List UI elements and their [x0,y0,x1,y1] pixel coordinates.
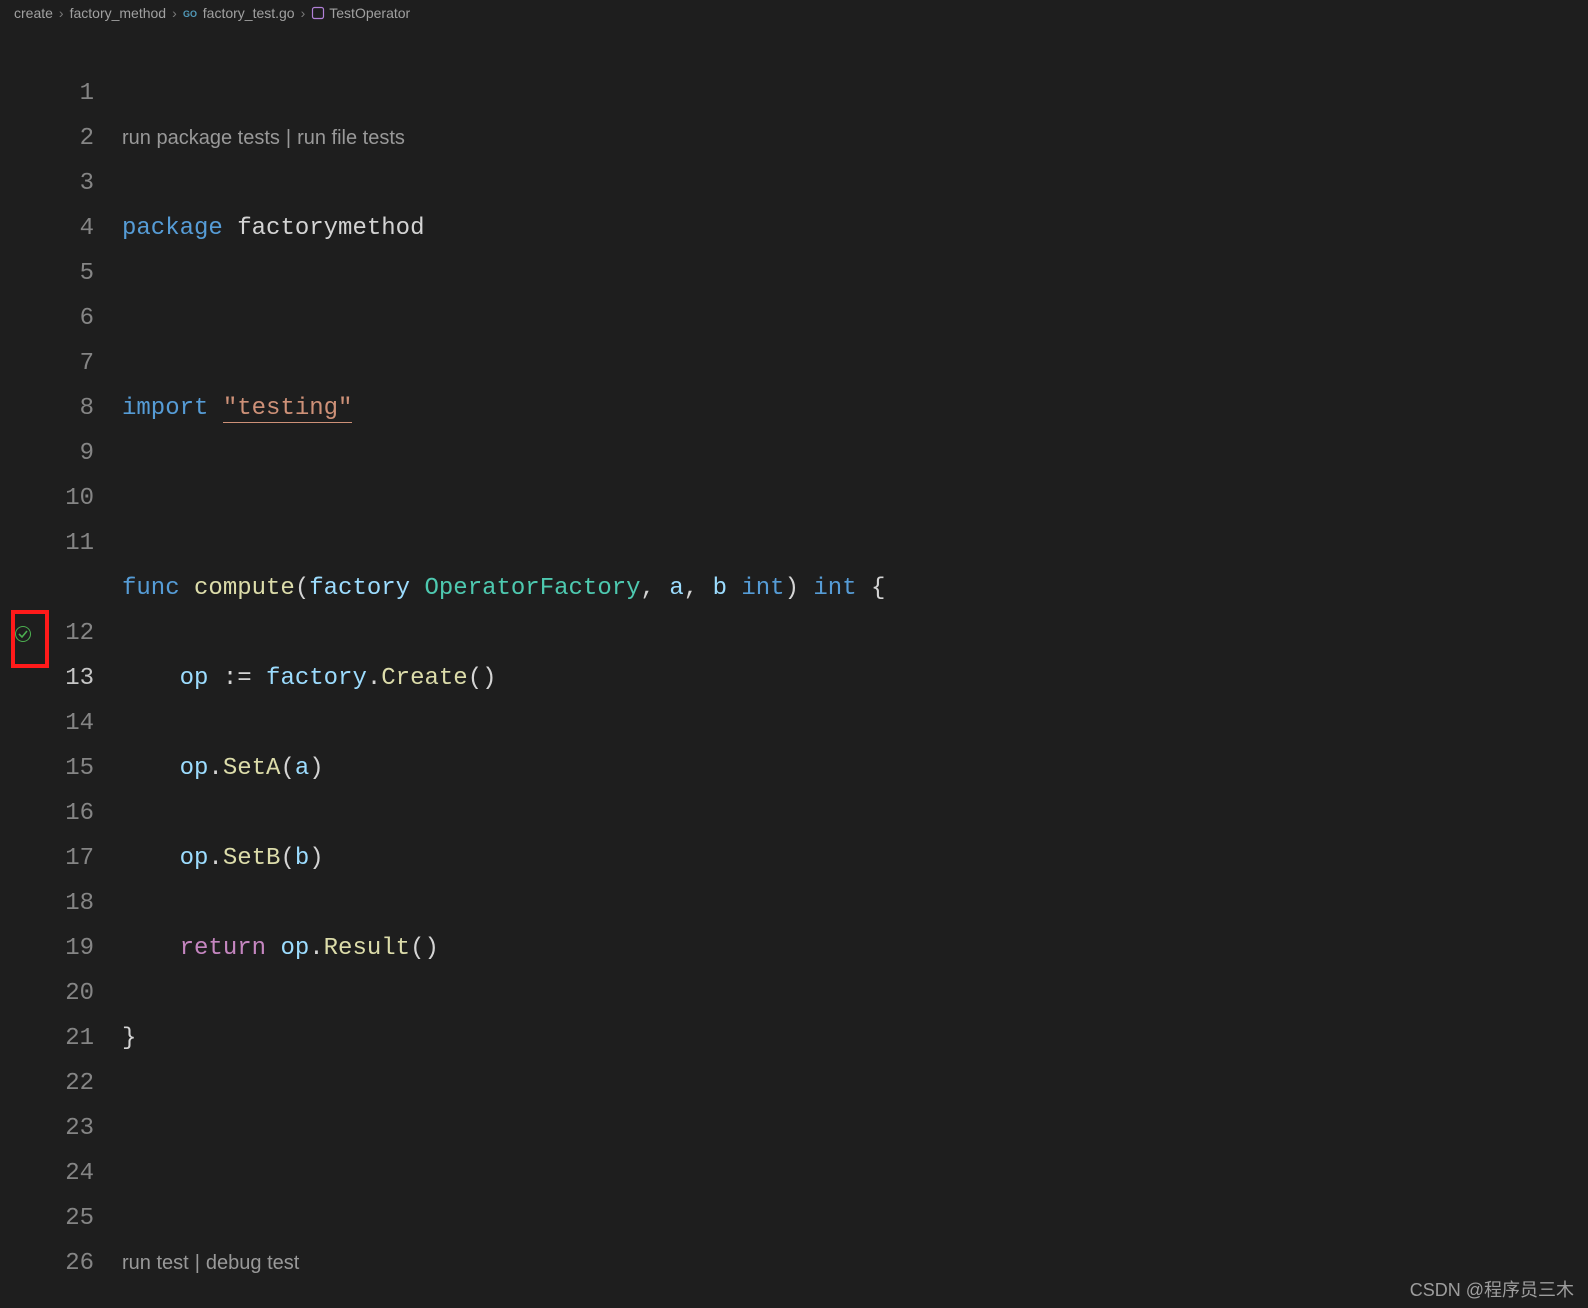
code-line[interactable]: op.SetB(b) [122,836,1588,881]
code-line[interactable]: } [122,1016,1588,1061]
watermark: CSDN @程序员三木 [1410,1276,1574,1302]
code-line[interactable]: op.SetA(a) [122,746,1588,791]
test-pass-gutter-icon[interactable] [0,611,46,656]
code-line[interactable]: import "testing" [122,386,1588,431]
breadcrumb: create › factory_method › GO factory_tes… [0,0,1588,26]
svg-text:GO: GO [183,9,197,19]
codelens-test: run test | debug test [122,1241,1588,1286]
codelens-debug-test[interactable]: debug test [206,1241,299,1286]
chevron-right-icon: › [301,5,306,21]
symbol-function-icon [311,6,325,20]
code-line[interactable]: func compute(factory OperatorFactory, a,… [122,566,1588,611]
breadcrumb-file[interactable]: factory_test.go [203,5,295,21]
codelens-package: run package tests | run file tests [122,116,1588,161]
chevron-right-icon: › [172,5,177,21]
code-line[interactable]: package factorymethod [122,206,1588,251]
chevron-right-icon: › [59,5,64,21]
code-line[interactable]: op := factory.Create() [122,656,1588,701]
line-number-gutter: 1 2 3 4 5 6 7 8 9 10 11 12 13 14 15 16 1… [46,26,122,1308]
breadcrumb-seg-factory_method[interactable]: factory_method [70,5,167,21]
code-line[interactable] [122,296,1588,341]
codelens-run-package-tests[interactable]: run package tests [122,116,280,161]
breadcrumb-seg-create[interactable]: create [14,5,53,21]
codelens-run-test[interactable]: run test [122,1241,189,1286]
go-file-icon: GO [183,7,199,19]
code-line[interactable] [122,476,1588,521]
gutter [0,26,46,1308]
codelens-run-file-tests[interactable]: run file tests [297,116,405,161]
code-area[interactable]: run package tests | run file tests packa… [122,26,1588,1308]
code-line[interactable] [122,1106,1588,1151]
breadcrumb-symbol[interactable]: TestOperator [329,5,410,21]
code-line[interactable]: return op.Result() [122,926,1588,971]
code-editor[interactable]: 1 2 3 4 5 6 7 8 9 10 11 12 13 14 15 16 1… [0,26,1588,1308]
